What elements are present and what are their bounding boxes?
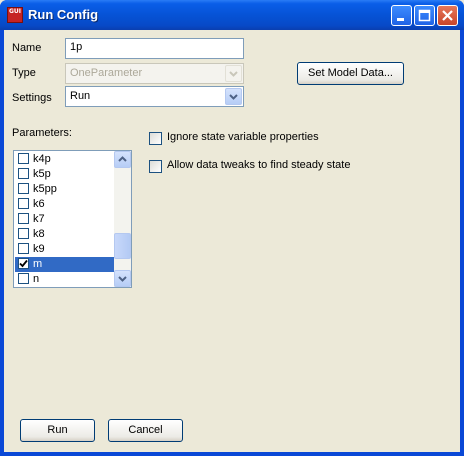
type-label: Type bbox=[12, 67, 36, 79]
type-combobox[interactable]: OneParameter bbox=[65, 63, 244, 84]
name-input[interactable]: 1p bbox=[65, 38, 244, 59]
parameter-checkbox[interactable] bbox=[18, 243, 29, 254]
parameter-name: k8 bbox=[33, 228, 45, 240]
list-item[interactable]: n bbox=[15, 272, 114, 287]
parameter-name: k4p bbox=[33, 153, 51, 165]
parameter-name: k9 bbox=[33, 243, 45, 255]
parameter-name: k5pp bbox=[33, 183, 57, 195]
parameter-checkbox[interactable] bbox=[18, 168, 29, 179]
parameter-checkbox[interactable] bbox=[18, 273, 29, 284]
parameter-name: k7 bbox=[33, 213, 45, 225]
list-item[interactable]: k4p bbox=[15, 152, 114, 167]
settings-dropdown-button[interactable] bbox=[225, 88, 242, 105]
parameter-name: n bbox=[33, 273, 40, 285]
ignore-state-label[interactable]: Ignore state variable properties bbox=[167, 131, 319, 143]
maximize-button[interactable] bbox=[414, 5, 435, 26]
list-item[interactable]: k7 bbox=[15, 212, 114, 227]
parameter-checkbox[interactable] bbox=[18, 258, 29, 269]
checkmark-icon bbox=[19, 259, 28, 268]
set-model-data-button[interactable]: Set Model Data... bbox=[297, 62, 404, 85]
list-item[interactable]: m bbox=[15, 257, 114, 272]
chevron-down-icon bbox=[229, 71, 238, 77]
settings-combobox[interactable]: Run bbox=[65, 86, 244, 107]
parameter-checkbox[interactable] bbox=[18, 228, 29, 239]
chevron-down-icon bbox=[229, 94, 238, 100]
list-item[interactable]: k5p bbox=[15, 167, 114, 182]
allow-tweaks-checkbox[interactable] bbox=[149, 160, 162, 173]
parameter-name: k6 bbox=[33, 198, 45, 210]
list-item[interactable]: k8 bbox=[15, 227, 114, 242]
parameter-checkbox[interactable] bbox=[18, 198, 29, 209]
ignore-state-checkbox[interactable] bbox=[149, 132, 162, 145]
parameter-checkbox[interactable] bbox=[18, 213, 29, 224]
settings-combobox-value: Run bbox=[70, 90, 91, 102]
scroll-down-button[interactable] bbox=[114, 270, 131, 287]
scroll-up-button[interactable] bbox=[114, 151, 131, 168]
parameter-checkbox[interactable] bbox=[18, 183, 29, 194]
chevron-down-icon bbox=[118, 276, 127, 282]
parameters-scrollbar[interactable] bbox=[114, 151, 131, 287]
type-combobox-value: OneParameter bbox=[70, 67, 143, 79]
name-label: Name bbox=[12, 42, 42, 54]
run-button[interactable]: Run bbox=[20, 419, 95, 442]
minimize-button[interactable] bbox=[391, 5, 412, 26]
chevron-up-icon bbox=[118, 156, 127, 162]
parameters-label: Parameters: bbox=[12, 127, 72, 139]
window-title: Run Config bbox=[28, 7, 99, 22]
type-dropdown-button[interactable] bbox=[225, 65, 242, 82]
run-config-window: GUI Run Config Name 1p Type OneParameter bbox=[0, 0, 464, 456]
parameters-listbox[interactable]: k4p k5p k5pp k6 k7 k8 k9 m n bbox=[13, 150, 132, 288]
parameter-checkbox[interactable] bbox=[18, 153, 29, 164]
allow-tweaks-label[interactable]: Allow data tweaks to find steady state bbox=[167, 159, 350, 171]
list-item[interactable]: k5pp bbox=[15, 182, 114, 197]
settings-label: Settings bbox=[12, 92, 52, 104]
cancel-button[interactable]: Cancel bbox=[108, 419, 183, 442]
dialog-client-area: Name 1p Type OneParameter Set Model Data… bbox=[4, 30, 460, 452]
maximize-icon bbox=[418, 9, 431, 22]
close-button[interactable] bbox=[437, 5, 458, 26]
close-icon bbox=[442, 10, 453, 21]
parameter-name: k5p bbox=[33, 168, 51, 180]
list-item[interactable]: k6 bbox=[15, 197, 114, 212]
title-bar[interactable]: GUI Run Config bbox=[0, 0, 464, 30]
app-logo-icon: GUI bbox=[7, 7, 23, 23]
scroll-thumb[interactable] bbox=[114, 232, 131, 259]
list-item[interactable]: k9 bbox=[15, 242, 114, 257]
minimize-icon bbox=[397, 18, 404, 21]
parameter-name: m bbox=[33, 258, 43, 270]
